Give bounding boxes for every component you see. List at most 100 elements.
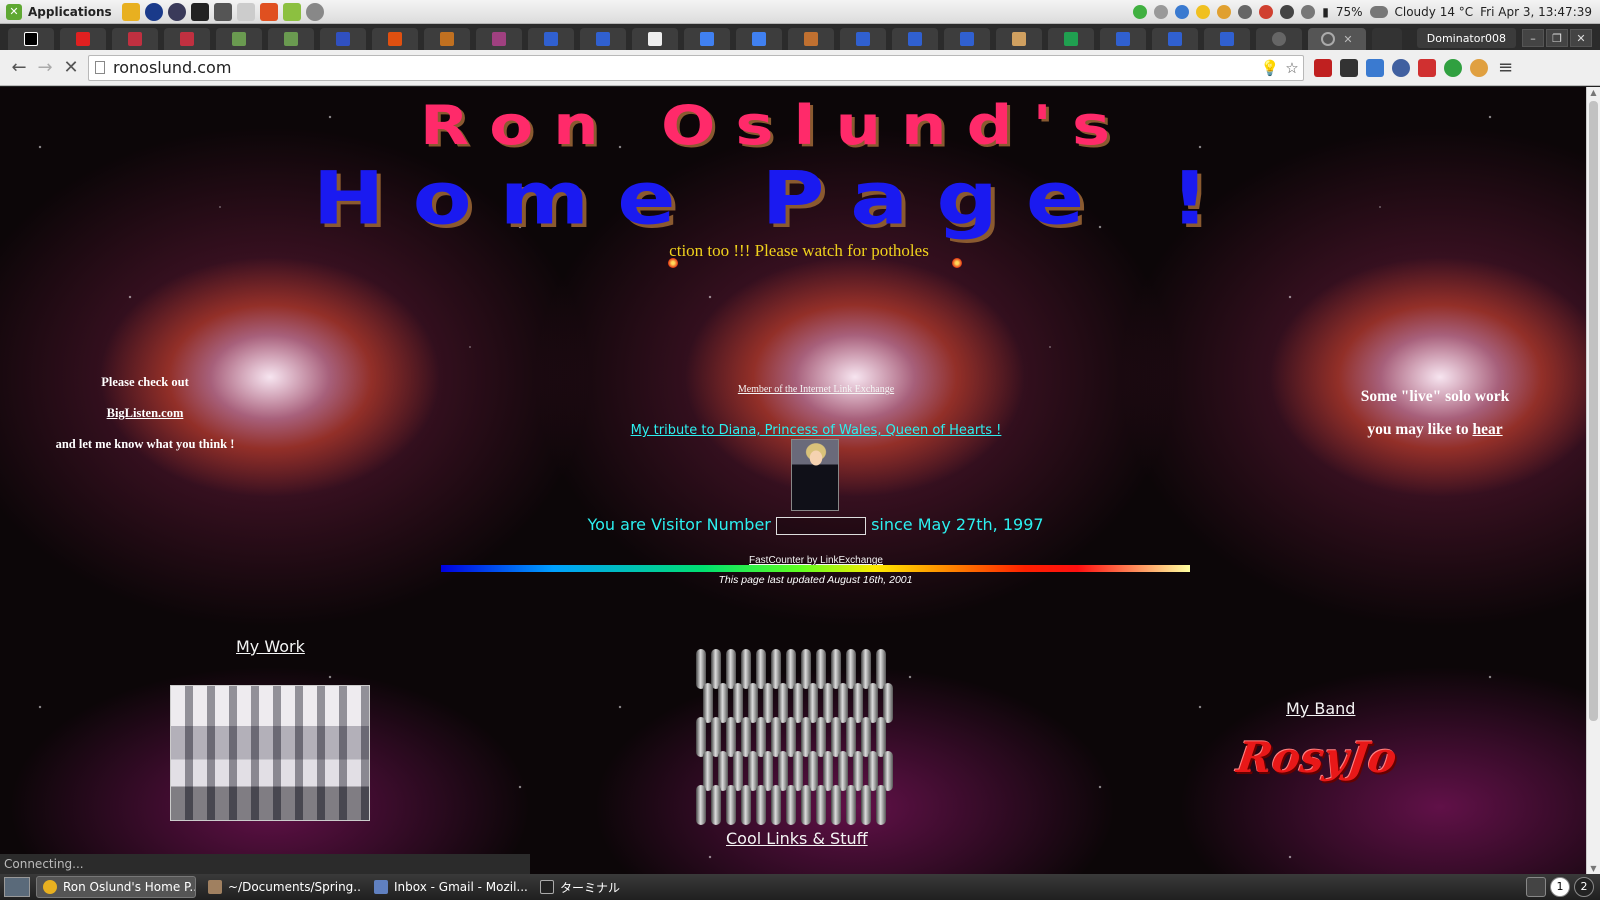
tab[interactable] [216,28,262,50]
url-text[interactable]: ronoslund.com [113,58,1259,77]
chrome-tray-icon[interactable] [1259,4,1274,19]
extension-icon[interactable] [1418,58,1436,77]
remote-launcher-icon[interactable] [305,2,324,21]
show-desktop-icon[interactable] [4,877,30,897]
taskbar-item[interactable]: Inbox - Gmail - Mozil... [368,876,528,898]
hear-link[interactable]: hear [1472,421,1502,438]
status-indicator-icon[interactable] [1133,4,1148,19]
page-title-line-2: Home Page ! [312,156,1238,242]
tab[interactable] [996,28,1042,50]
tab-close-icon[interactable]: ✕ [1343,33,1352,46]
firefox-launcher-icon[interactable] [144,2,163,21]
system-tray: ▮ 75% Cloudy 14 °C Fri Apr 3, 13:47:39 [1133,4,1600,19]
lightbulb-icon[interactable]: 💡 [1259,59,1281,77]
tab[interactable] [1100,28,1146,50]
tab[interactable] [892,28,938,50]
eclipse-launcher-icon[interactable] [167,2,186,21]
chain-link-graphic[interactable] [696,647,896,825]
tab[interactable] [1256,28,1302,50]
tab[interactable] [60,28,106,50]
tab[interactable] [528,28,574,50]
tab[interactable] [424,28,470,50]
taskbar-item[interactable]: ターミナル [534,876,694,898]
wifi-icon[interactable] [1280,4,1295,19]
notification-bell-icon[interactable] [1154,4,1169,19]
biglisten-link[interactable]: BigListen.com [107,406,184,420]
extension-icon[interactable] [1314,58,1332,77]
tab-favicon-icon [492,32,506,46]
sticky-notes-icon[interactable] [1217,4,1232,19]
page-scrollbar[interactable]: ▲ ▼ [1586,87,1600,874]
tab[interactable] [736,28,782,50]
tab-favicon-icon [1012,32,1026,46]
tab[interactable] [8,28,54,50]
window-list-icon[interactable] [1526,877,1546,897]
sublime-launcher-icon[interactable] [213,2,232,21]
profile-button[interactable]: Dominator008 [1416,28,1516,48]
my-band-link[interactable]: My Band [1286,699,1355,718]
tab[interactable] [320,28,366,50]
tab[interactable] [788,28,834,50]
tab[interactable] [164,28,210,50]
tab[interactable] [580,28,626,50]
tribute-link-wrap: My tribute to Diana, Princess of Wales, … [541,423,1091,438]
diana-photo[interactable] [791,439,839,511]
workspace-2[interactable]: 2 [1574,877,1594,897]
applications-menu[interactable]: ✕ Applications [0,3,122,20]
tab[interactable] [684,28,730,50]
weather-text[interactable]: Cloudy 14 °C [1395,5,1474,19]
tab[interactable] [840,28,886,50]
link-exchange-link[interactable]: Member of the Internet Link Exchange [738,384,894,395]
tab[interactable] [944,28,990,50]
tab[interactable] [632,28,678,50]
matlab-launcher-icon[interactable] [259,2,278,21]
cool-links-link[interactable]: Cool Links & Stuff [726,829,868,848]
chrome-launcher-icon[interactable] [121,2,140,21]
scrollbar-thumb[interactable] [1589,101,1598,721]
tab[interactable] [112,28,158,50]
workspace-1[interactable]: 1 [1550,877,1570,897]
promo-text: Please check out [101,375,189,389]
taskbar-item[interactable]: Ron Oslund's Home P... [36,876,196,898]
volume-icon[interactable] [1301,4,1316,19]
scroll-up-arrow-icon[interactable]: ▲ [1589,88,1598,97]
tab[interactable] [476,28,522,50]
rosyjo-band-logo[interactable]: RosyJo [1219,733,1416,782]
hamburger-menu-icon[interactable]: ≡ [1498,57,1513,78]
my-work-link[interactable]: My Work [236,637,305,656]
bluetooth-icon[interactable] [1175,4,1190,19]
tab[interactable] [372,28,418,50]
forward-arrow-icon[interactable]: → [32,55,58,81]
drive-icon[interactable] [1196,4,1211,19]
address-bar[interactable]: ronoslund.com 💡 ☆ [88,54,1304,81]
keyboard-icon[interactable] [1238,4,1253,19]
extension-icon[interactable] [1392,58,1410,77]
new-tab-button[interactable] [1372,28,1402,50]
extension-icon[interactable] [1340,58,1358,77]
android-launcher-icon[interactable] [282,2,301,21]
chain-link-segment [786,785,796,825]
restore-icon[interactable]: ❐ [1546,29,1568,47]
battery-icon[interactable]: ▮ [1322,5,1329,19]
extension-icon[interactable] [1444,58,1462,77]
tab[interactable] [268,28,314,50]
bookmark-star-icon[interactable]: ☆ [1281,59,1303,77]
clock[interactable]: Fri Apr 3, 13:47:39 [1480,5,1592,19]
calculator-launcher-icon[interactable] [236,2,255,21]
extension-icon[interactable] [1470,58,1488,77]
tab[interactable] [1204,28,1250,50]
scroll-down-arrow-icon[interactable]: ▼ [1589,864,1598,873]
stop-loading-icon[interactable]: ✕ [58,55,84,81]
window-close-icon[interactable]: ✕ [1570,29,1592,47]
tab[interactable] [1048,28,1094,50]
tab[interactable] [1152,28,1198,50]
minimize-icon[interactable]: – [1522,29,1544,47]
terminal-launcher-icon[interactable] [190,2,209,21]
chain-link-segment [861,785,871,825]
diana-tribute-link[interactable]: My tribute to Diana, Princess of Wales, … [631,423,1002,438]
back-arrow-icon[interactable]: ← [6,55,32,81]
tab-active[interactable]: ✕ [1308,28,1366,50]
computer-lab-photo[interactable] [170,685,370,821]
translate-icon[interactable] [1366,58,1384,77]
taskbar-item[interactable]: ~/Documents/Spring... [202,876,362,898]
